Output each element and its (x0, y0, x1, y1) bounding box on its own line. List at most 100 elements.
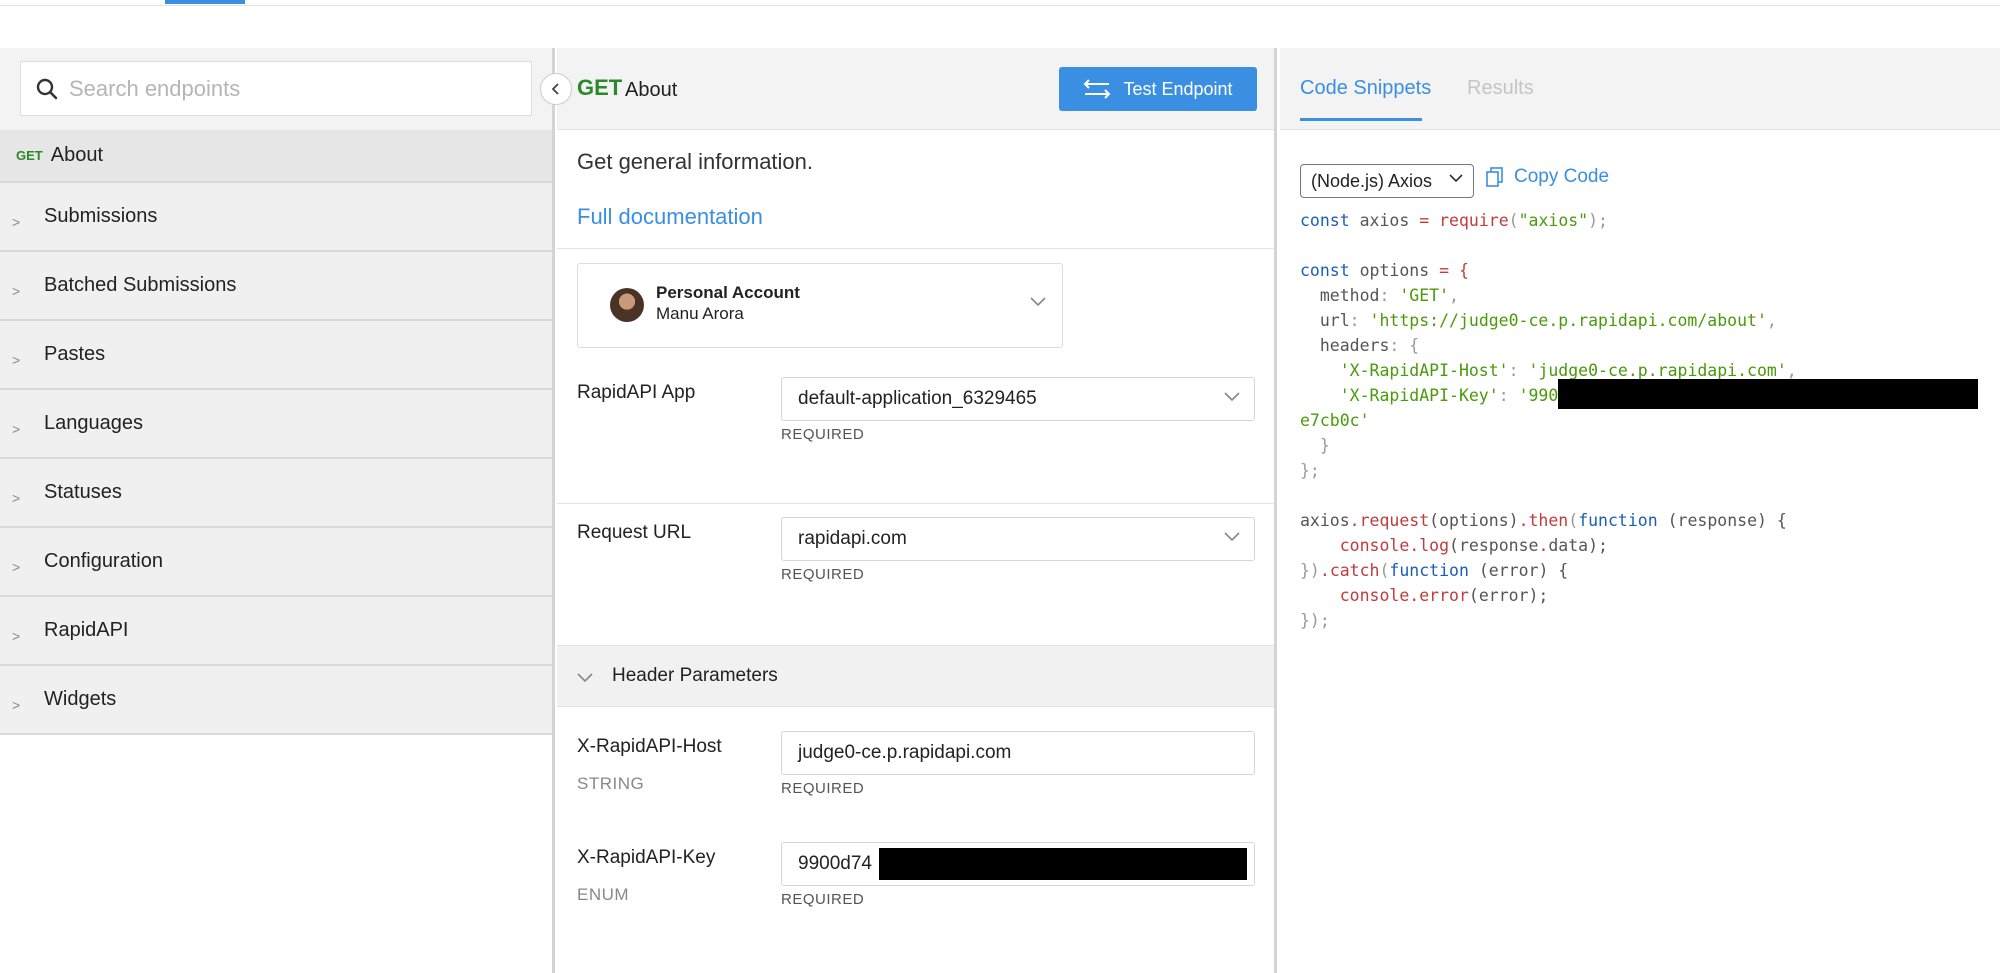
code-token: ( (1568, 511, 1579, 530)
code-token: log (1419, 536, 1450, 555)
sidebar-group-pastes[interactable]: > Pastes (0, 321, 552, 390)
code-token: 'GET' (1399, 286, 1450, 305)
code-token: method (1300, 286, 1380, 305)
code-token: , (1449, 286, 1459, 305)
required-label: REQUIRED (781, 780, 865, 797)
code-token: 'X-RapidAPI-Host' (1300, 361, 1509, 380)
required-label: REQUIRED (781, 891, 865, 908)
active-tab-indicator (1300, 118, 1422, 121)
swap-arrows-icon (1084, 79, 1111, 99)
chevron-right-icon: > (12, 627, 21, 644)
rapidapi-app-select[interactable]: default-application_6329465 (781, 377, 1255, 421)
code-token: const (1300, 211, 1350, 230)
code-token: (response) { (1657, 511, 1787, 530)
chevron-down-icon (1224, 529, 1240, 546)
tab-results[interactable]: Results (1467, 77, 1534, 100)
code-token: , (1766, 311, 1777, 330)
code-token: }) (1300, 561, 1320, 580)
chevron-left-icon (551, 83, 559, 95)
code-token: url (1300, 311, 1350, 330)
endpoint-title: About (625, 79, 678, 101)
chevron-down-icon (1449, 171, 1463, 186)
host-param-label: X-RapidAPI-Host (577, 736, 722, 757)
code-token: const (1300, 261, 1350, 280)
sidebar-group-batched-submissions[interactable]: > Batched Submissions (0, 252, 552, 321)
sidebar-group-label: RapidAPI (44, 619, 129, 641)
code-token: e7cb0c' (1300, 411, 1370, 430)
copy-code-label: Copy Code (1514, 166, 1610, 187)
copy-icon (1486, 167, 1503, 187)
header-parameters-toggle[interactable]: Header Parameters (557, 645, 1274, 707)
divider (557, 503, 1274, 504)
key-param-type: ENUM (577, 885, 630, 904)
top-nav-active-indicator (165, 0, 245, 4)
required-label: REQUIRED (781, 426, 865, 443)
code-token: = (1419, 211, 1440, 230)
code-token: console (1300, 536, 1410, 555)
required-label: REQUIRED (781, 566, 865, 583)
test-endpoint-label: Test Endpoint (1123, 78, 1233, 99)
language-value: (Node.js) Axios (1311, 170, 1433, 191)
sidebar-item-label: About (50, 144, 103, 166)
sidebar-group-languages[interactable]: > Languages (0, 390, 552, 459)
code-token: data); (1548, 536, 1608, 555)
sidebar-group-statuses[interactable]: > Statuses (0, 459, 552, 528)
tab-code-snippets[interactable]: Code Snippets (1300, 77, 1431, 100)
sidebar-group-configuration[interactable]: > Configuration (0, 528, 552, 597)
code-token: request (1359, 511, 1430, 530)
code-token: : (1379, 286, 1400, 305)
sidebar-item-about[interactable]: GET About (0, 130, 552, 183)
code-token: : (1349, 311, 1370, 330)
code-token: }); (1300, 611, 1330, 630)
search-input[interactable] (69, 75, 509, 102)
chevron-right-icon: > (12, 696, 21, 713)
code-token: (error) { (1468, 561, 1569, 580)
account-selector[interactable]: Personal Account Manu Arora (577, 263, 1063, 348)
full-documentation-link[interactable]: Full documentation (577, 204, 763, 230)
sidebar-group-label: Statuses (44, 481, 122, 503)
key-param-value: 9900d74 (798, 853, 872, 874)
endpoint-header: GET About Test Endpoint (557, 48, 1274, 130)
request-url-value: rapidapi.com (798, 528, 907, 549)
sidebar-group-widgets[interactable]: > Widgets (0, 666, 552, 735)
code-token: ); (1588, 211, 1608, 230)
copy-code-button[interactable]: Copy Code (1486, 166, 1609, 188)
request-url-label: Request URL (577, 522, 692, 543)
top-nav-bar (0, 0, 2000, 48)
request-url-select[interactable]: rapidapi.com (781, 517, 1255, 561)
account-name: Personal Account (656, 283, 800, 302)
code-token: . (1409, 536, 1420, 555)
chevron-down-icon (1030, 294, 1046, 312)
code-token: : { (1389, 336, 1420, 355)
code-token: . (1538, 536, 1549, 555)
code-token: . (1409, 586, 1420, 605)
redaction-bar (879, 848, 1247, 880)
collapse-sidebar-button[interactable] (540, 73, 572, 105)
code-token: function (1389, 561, 1469, 580)
search-box[interactable] (20, 61, 532, 116)
code-token: } (1300, 436, 1330, 455)
chevron-down-icon (577, 670, 593, 686)
endpoint-description: Get general information. (577, 149, 814, 174)
test-endpoint-button[interactable]: Test Endpoint (1059, 67, 1257, 111)
chevron-right-icon: > (12, 213, 21, 230)
code-token: axios (1349, 211, 1420, 230)
sidebar-group-submissions[interactable]: > Submissions (0, 183, 552, 252)
endpoint-detail-panel: GET About Test Endpoint Get general info… (557, 48, 1277, 973)
endpoint-sidebar: GET About > Submissions > Batched Submis… (0, 48, 555, 973)
language-select[interactable]: (Node.js) Axios (1300, 164, 1474, 198)
sidebar-group-rapidapi[interactable]: > RapidAPI (0, 597, 552, 666)
code-token: ( (1379, 561, 1390, 580)
code-token: then (1528, 511, 1569, 530)
host-param-input[interactable]: judge0-ce.p.rapidapi.com (781, 731, 1255, 775)
code-snippet-panel: Code Snippets Results (Node.js) Axios Co… (1280, 48, 2000, 973)
code-token: console (1300, 586, 1410, 605)
account-user: Manu Arora (656, 304, 744, 323)
code-snippet: const axios = require("axios"); const op… (1300, 208, 1797, 633)
code-token: axios (1300, 511, 1350, 530)
code-token: 'X-RapidAPI-Key' (1300, 386, 1499, 405)
code-panel-tabs: Code Snippets Results (1280, 48, 2000, 130)
code-token: "axios" (1518, 211, 1589, 230)
code-token: headers (1300, 336, 1390, 355)
code-token: . (1518, 511, 1529, 530)
